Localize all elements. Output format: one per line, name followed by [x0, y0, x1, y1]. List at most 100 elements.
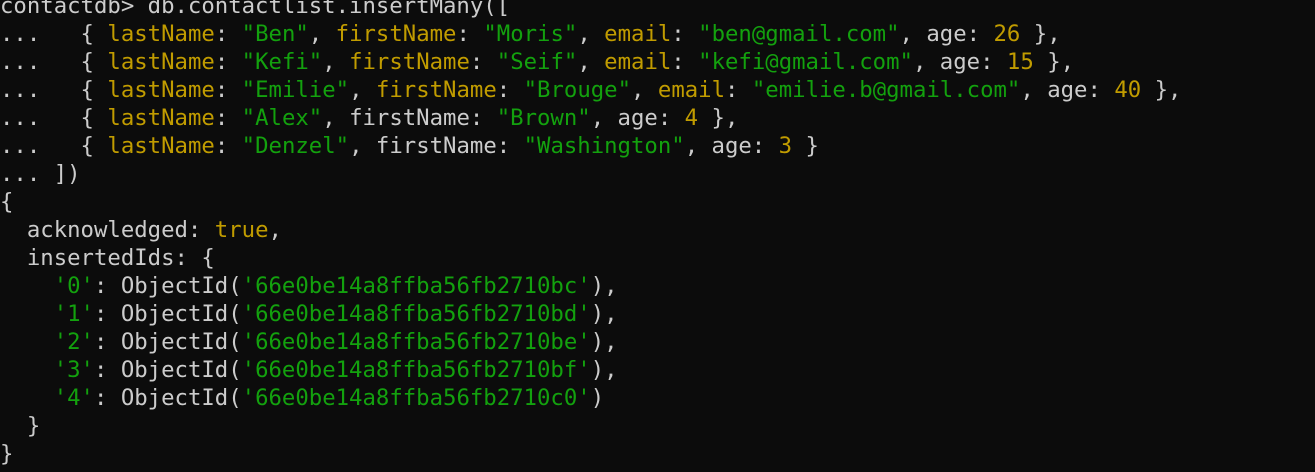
text-segment: :: [469, 49, 497, 75]
string-literal: "Washington": [523, 133, 685, 159]
string-literal: "Ben": [241, 21, 309, 47]
text-segment: , age:: [684, 133, 779, 159]
text-segment: :: [671, 49, 699, 75]
string-literal: "Kefi": [241, 49, 323, 75]
text-segment: },: [1033, 49, 1075, 75]
text-segment: ),: [590, 301, 618, 327]
text-segment: :: [456, 21, 484, 47]
text-segment: , age:: [590, 105, 685, 131]
string-literal: '66e0be14a8ffba56fb2710be': [241, 329, 591, 355]
string-literal: "emilie.b@gmail.com": [751, 77, 1021, 103]
text-segment: :: [214, 21, 242, 47]
field-key: lastName: [107, 77, 215, 103]
terminal-output[interactable]: contactdb> db.contactlist.insertMany([..…: [0, 0, 1315, 472]
text-segment: :: [214, 77, 242, 103]
string-literal: "Brown": [496, 105, 591, 131]
string-literal: '3': [53, 357, 94, 383]
text-segment: :: [214, 105, 242, 131]
field-key: firstName: [335, 21, 457, 47]
string-literal: "Emilie": [241, 77, 350, 103]
string-literal: '2': [53, 329, 94, 355]
text-segment: [0, 385, 54, 411]
text-segment: },: [1020, 21, 1061, 47]
string-literal: "kefi@gmail.com": [698, 49, 913, 75]
terminal-line: ... { lastName: "Denzel", firstName: "Wa…: [0, 132, 1315, 160]
string-literal: "Seif": [496, 49, 578, 75]
text-segment: contactdb> db.contactlist.insertMany([: [0, 0, 511, 19]
text-segment: ,: [577, 49, 605, 75]
string-literal: "ben@gmail.com": [698, 21, 900, 47]
text-segment: :: [214, 133, 242, 159]
string-literal: '66e0be14a8ffba56fb2710c0': [241, 385, 591, 411]
text-segment: , firstName:: [349, 133, 524, 159]
number-literal: 4: [684, 105, 699, 131]
terminal-line: ... { lastName: "Kefi", firstName: "Seif…: [0, 48, 1315, 76]
string-literal: "Alex": [241, 105, 323, 131]
string-literal: "Moris": [483, 21, 578, 47]
text-segment: ),: [590, 273, 618, 299]
text-segment: ... ]): [0, 161, 81, 187]
string-literal: "Brouge": [523, 77, 632, 103]
text-segment: ... {: [0, 105, 108, 131]
text-segment: insertedIds: {: [0, 245, 215, 271]
text-segment: {: [0, 189, 14, 215]
terminal-line: insertedIds: {: [0, 244, 1315, 272]
terminal-line: }: [0, 440, 1315, 468]
text-segment: [0, 301, 54, 327]
text-segment: :: [671, 21, 699, 47]
text-segment: ),: [590, 357, 618, 383]
text-segment: ... {: [0, 133, 108, 159]
terminal-line: ... ]): [0, 160, 1315, 188]
text-segment: :: [496, 77, 524, 103]
text-segment: acknowledged:: [0, 217, 215, 243]
terminal-line: '3': ObjectId('66e0be14a8ffba56fb2710bf'…: [0, 356, 1315, 384]
field-key: lastName: [107, 21, 215, 47]
string-literal: '66e0be14a8ffba56fb2710bf': [241, 357, 591, 383]
terminal-line: ... { lastName: "Alex", firstName: "Brow…: [0, 104, 1315, 132]
text-segment: },: [698, 105, 739, 131]
terminal-line: '0': ObjectId('66e0be14a8ffba56fb2710bc'…: [0, 272, 1315, 300]
text-segment: ... {: [0, 77, 108, 103]
terminal-line: '1': ObjectId('66e0be14a8ffba56fb2710bd'…: [0, 300, 1315, 328]
text-segment: ,: [349, 77, 376, 103]
boolean-literal: true: [214, 217, 269, 243]
text-segment: [0, 329, 54, 355]
string-literal: "Denzel": [241, 133, 350, 159]
field-key: firstName: [349, 49, 470, 75]
number-literal: 3: [778, 133, 793, 159]
terminal-line: acknowledged: true,: [0, 216, 1315, 244]
text-segment: ),: [590, 329, 618, 355]
field-key: lastName: [107, 49, 215, 75]
field-key: firstName: [375, 77, 497, 103]
text-segment: : ObjectId(: [93, 385, 242, 411]
text-segment: ... {: [0, 49, 108, 75]
text-segment: ,: [631, 77, 658, 103]
text-segment: ): [590, 385, 605, 411]
terminal-line: '2': ObjectId('66e0be14a8ffba56fb2710be'…: [0, 328, 1315, 356]
text-segment: ,: [308, 21, 336, 47]
field-key: email: [604, 49, 672, 75]
terminal-line: contactdb> db.contactlist.insertMany([: [0, 0, 1315, 20]
string-literal: '66e0be14a8ffba56fb2710bd': [241, 301, 591, 327]
text-segment: :: [214, 49, 242, 75]
text-segment: , age:: [899, 21, 994, 47]
terminal-line: }: [0, 412, 1315, 440]
string-literal: '66e0be14a8ffba56fb2710bc': [241, 273, 591, 299]
number-literal: 15: [1006, 49, 1034, 75]
field-key: email: [604, 21, 672, 47]
string-literal: '0': [53, 273, 94, 299]
string-literal: '4': [53, 385, 94, 411]
text-segment: : ObjectId(: [93, 273, 242, 299]
text-segment: }: [792, 133, 819, 159]
terminal-line: ... { lastName: "Ben", firstName: "Moris…: [0, 20, 1315, 48]
field-key: lastName: [107, 105, 215, 131]
terminal-line: '4': ObjectId('66e0be14a8ffba56fb2710c0'…: [0, 384, 1315, 412]
text-segment: ... {: [0, 21, 108, 47]
text-segment: : ObjectId(: [93, 301, 242, 327]
text-segment: ,: [577, 21, 605, 47]
string-literal: '1': [53, 301, 94, 327]
text-segment: , age:: [912, 49, 1007, 75]
terminal-line: {: [0, 188, 1315, 216]
text-segment: : ObjectId(: [93, 357, 242, 383]
text-segment: , firstName:: [322, 105, 497, 131]
